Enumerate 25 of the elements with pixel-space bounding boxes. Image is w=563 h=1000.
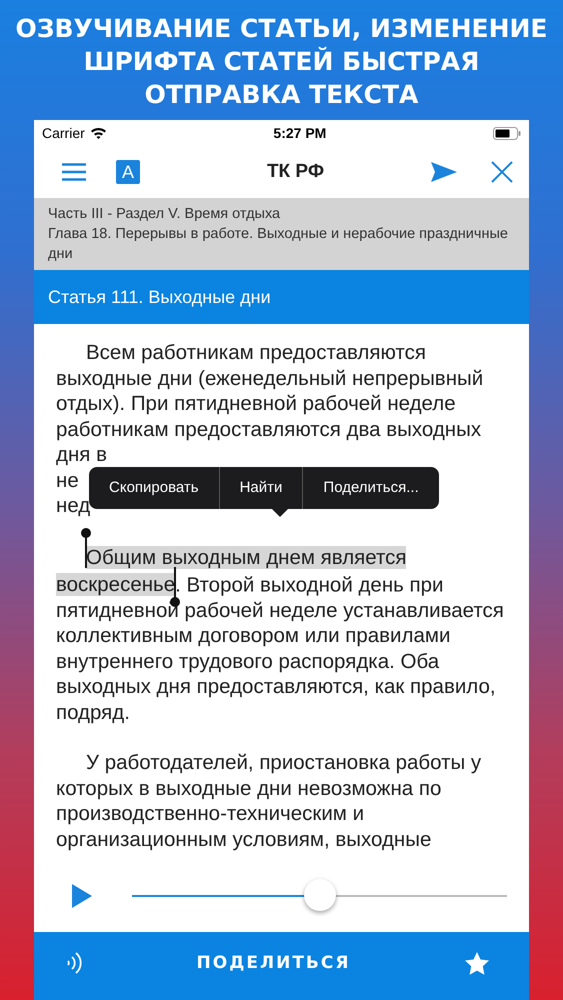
breadcrumb-line: Часть III - Раздел V. Время отдыха — [48, 205, 282, 224]
article-title: Статья 111. Выходные дни — [34, 270, 529, 324]
share-button[interactable]: ПОДЕЛИТЬСЯ — [190, 952, 356, 974]
menu-item[interactable]: Поделиться... — [303, 466, 439, 508]
carrier-label: Carrier — [42, 125, 85, 141]
star-icon[interactable] — [465, 952, 489, 974]
article-paragraph: У работодателей, приостановка работы у которых в выходные дни невозможна по производственно-техническим и организационным условиям, выходные — [56, 750, 482, 852]
covered-text: нед — [56, 493, 90, 518]
promo-title: ОЗВУЧИВАНИЕ СТАТЬИ, ИЗМЕНЕНИЕ ШРИФТА СТАТЕЙ БЫСТРАЯ ОТПРАВКА ТЕКСТА — [14, 13, 549, 111]
menu-item[interactable]: Найти — [220, 466, 302, 508]
covered-text: не — [56, 468, 79, 493]
article-paragraph: Общим выходным днем является воскресенье. Второй выходной день при пятидневной рабочей неделе устанавливается коллективным договором или правилами внутреннего трудового распорядка. Оба выходных дня предоставляются, как правило, подряд. — [56, 544, 505, 725]
wifi-icon — [90, 127, 107, 139]
breadcrumb-line: Глава 18. Перерывы в работе. Выходные и нерабочие праздничные дни — [48, 225, 509, 264]
battery-icon — [492, 126, 521, 140]
font-size-button[interactable]: A — [116, 160, 140, 184]
status-time: 5:27 PM — [273, 125, 326, 141]
close-icon[interactable] — [491, 161, 513, 183]
slider-thumb[interactable] — [304, 879, 336, 911]
send-icon[interactable] — [431, 162, 457, 182]
sound-icon[interactable] — [66, 951, 82, 975]
menu-icon[interactable] — [62, 163, 86, 181]
nav-title: ТК РФ — [266, 161, 326, 183]
play-icon[interactable] — [72, 884, 92, 908]
menu-item[interactable]: Скопировать — [89, 466, 219, 508]
